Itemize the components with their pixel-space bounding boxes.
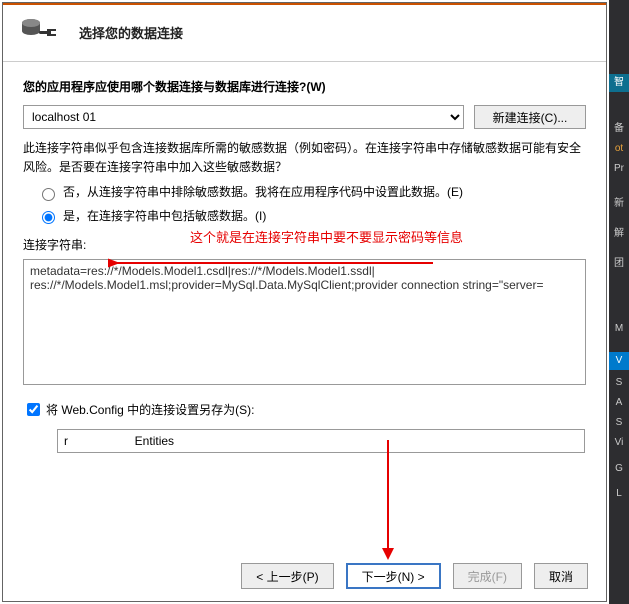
- wizard-title: 选择您的数据连接: [79, 23, 183, 42]
- wizard-footer: < 上一步(P) 下一步(N) > 完成(F) 取消: [241, 563, 588, 589]
- previous-button[interactable]: < 上一步(P): [241, 563, 333, 589]
- side-tab[interactable]: 团: [609, 255, 629, 273]
- side-tab[interactable]: A: [609, 394, 629, 412]
- connection-dropdown[interactable]: localhost 01: [23, 105, 464, 129]
- side-tab[interactable]: 解: [609, 225, 629, 243]
- database-connection-icon: [21, 17, 59, 47]
- side-tab[interactable]: Pr: [609, 160, 629, 178]
- side-tab[interactable]: Vi: [609, 434, 629, 452]
- side-tab[interactable]: L: [609, 485, 629, 503]
- wizard-window: 选择您的数据连接 您的应用程序应使用哪个数据连接与数据库进行连接?(W) loc…: [2, 2, 607, 602]
- side-tab[interactable]: 备: [609, 120, 629, 138]
- side-tab[interactable]: S: [609, 374, 629, 392]
- save-config-name-input[interactable]: [57, 429, 585, 453]
- next-button[interactable]: 下一步(N) >: [346, 563, 441, 589]
- radio-include-row[interactable]: 是，在连接字符串中包括敏感数据。(I): [37, 207, 586, 226]
- ide-right-sidebar: 智 备 ot Pr 新 解 团 M V S A S Vi G L: [609, 0, 629, 604]
- radio-exclude[interactable]: [42, 188, 55, 201]
- wizard-header: 选择您的数据连接: [3, 3, 606, 62]
- side-tab[interactable]: 智: [609, 74, 629, 92]
- save-config-label: 将 Web.Config 中的连接设置另存为(S):: [46, 401, 254, 418]
- radio-include-label: 是，在连接字符串中包括敏感数据。(I): [63, 207, 266, 226]
- accent-bar: [3, 3, 606, 5]
- save-config-row[interactable]: 将 Web.Config 中的连接设置另存为(S):: [23, 400, 586, 419]
- connection-row: localhost 01 新建连接(C)...: [23, 105, 586, 129]
- connection-string-label: 连接字符串:: [23, 236, 586, 253]
- cancel-button[interactable]: 取消: [534, 563, 588, 589]
- side-tab[interactable]: S: [609, 414, 629, 432]
- radio-exclude-label: 否，从连接字符串中排除敏感数据。我将在应用程序代码中设置此数据。(E): [63, 183, 463, 202]
- sensitive-data-explain: 此连接字符串似乎包含连接数据库所需的敏感数据（例如密码）。在连接字符串中存储敏感…: [23, 139, 586, 177]
- radio-include[interactable]: [42, 211, 55, 224]
- side-tab[interactable]: G: [609, 460, 629, 478]
- side-tab[interactable]: V: [609, 352, 629, 370]
- side-tab[interactable]: 新: [609, 195, 629, 213]
- side-tab[interactable]: M: [609, 320, 629, 338]
- new-connection-button[interactable]: 新建连接(C)...: [474, 105, 586, 129]
- connection-question: 您的应用程序应使用哪个数据连接与数据库进行连接?(W): [23, 78, 586, 95]
- wizard-body: 您的应用程序应使用哪个数据连接与数据库进行连接?(W) localhost 01…: [3, 62, 606, 453]
- radio-exclude-row[interactable]: 否，从连接字符串中排除敏感数据。我将在应用程序代码中设置此数据。(E): [37, 183, 586, 202]
- finish-button: 完成(F): [453, 563, 522, 589]
- side-tab[interactable]: ot: [609, 140, 629, 158]
- connection-string-textarea[interactable]: [23, 259, 586, 385]
- save-config-checkbox[interactable]: [27, 403, 40, 416]
